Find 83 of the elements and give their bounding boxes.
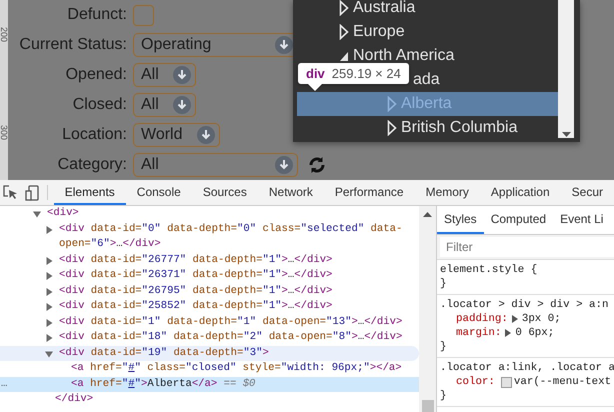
dom-node-code[interactable]: <div data-id="26795" data-depth="1">…</div> (59, 284, 415, 299)
device-toolbar-icon[interactable] (25, 184, 40, 200)
scrollbar[interactable] (558, 0, 574, 138)
closing-brace: } (440, 277, 448, 291)
ruler-label: 300 (0, 124, 8, 140)
scrollbar-thumb[interactable] (422, 400, 434, 412)
dom-node-row[interactable]: <div data-id="26795" data-depth="1">…</div> (0, 284, 419, 299)
expanded-triangle-icon[interactable] (339, 50, 349, 62)
select-field[interactable]: World (133, 123, 220, 147)
dom-node-row[interactable]: <div data-id="26777" data-depth="1">…</div> (0, 252, 419, 268)
css-value[interactable]: var(--menu-text (514, 375, 612, 389)
select-field[interactable]: All (133, 93, 196, 117)
css-property[interactable]: color: (456, 375, 495, 389)
dom-node-code[interactable]: <div data-id="19" data-depth="3"> (59, 346, 415, 361)
collapsed-triangle-icon[interactable] (45, 288, 53, 296)
field-label: Current Status: (18, 36, 127, 54)
scroll-down-icon[interactable] (562, 132, 570, 138)
closing-brace: } (440, 340, 448, 354)
devtools-tab[interactable]: Elements (54, 180, 126, 205)
select-field[interactable]: All (133, 63, 196, 87)
devtools-tab[interactable]: Network (258, 180, 324, 205)
collapsed-triangle-icon[interactable] (45, 226, 53, 234)
styles-tab[interactable]: Event Li (553, 206, 610, 234)
expanded-triangle-icon[interactable] (33, 210, 41, 218)
expanded-triangle-icon[interactable] (45, 350, 53, 358)
element-size: 259.19 × 24 (332, 66, 401, 81)
dom-node-code[interactable]: <div data-id="0" data-depth="0" class="selected" data-open="6">…</div> (59, 222, 415, 252)
dom-node-code[interactable]: <div data-id="25852" data-depth="1">…</div> (59, 299, 415, 314)
row-gutter-dots: … (1, 376, 8, 392)
devtools-tab[interactable]: Console (126, 180, 192, 205)
field-label: Opened: (64, 66, 127, 84)
field-label: Defunct: (66, 6, 127, 24)
dom-node-code[interactable]: <a href="#" class="closed" style="width: 96px;"></a> (71, 361, 415, 376)
field-label: Closed: (72, 96, 127, 114)
collapsed-triangle-icon[interactable] (45, 272, 53, 280)
field-label: Category: (56, 156, 127, 174)
collapsed-triangle-icon[interactable] (45, 256, 53, 264)
checkbox[interactable] (133, 4, 154, 26)
dom-node-row[interactable]: <div data-id="0" data-depth="0" class="selected" data-open="6">…</div> (0, 222, 419, 252)
scrollbar[interactable] (419, 206, 436, 412)
devtools-tab[interactable]: Memory (414, 180, 480, 205)
devtools-tab[interactable]: Secur (560, 180, 614, 205)
css-value[interactable]: 0 6px; (515, 326, 554, 340)
collapsed-triangle-icon[interactable] (45, 303, 53, 311)
dom-node-row[interactable]: <div data-id="1" data-depth="1" data-open="13">…</div> (0, 314, 419, 330)
css-selector: .locator > div > div > a:n (440, 298, 610, 312)
scroll-up-icon[interactable] (423, 211, 432, 217)
location-option[interactable]: British Columbia (387, 116, 518, 140)
location-option[interactable]: Europe (339, 20, 405, 44)
inspect-icon[interactable] (3, 185, 18, 200)
dom-node-row[interactable]: <div data-id="25852" data-depth="1">…</div> (0, 299, 419, 314)
devtools-tab[interactable]: Application (480, 180, 561, 205)
dom-node-code[interactable]: <div data-id="18" data-depth="2" data-open="8">…</div> (59, 330, 415, 346)
ruler-label: 200 (0, 26, 8, 42)
dom-node-code[interactable]: <div data-id="26777" data-depth="1">…</div> (59, 252, 415, 268)
refresh-icon[interactable] (307, 155, 327, 175)
css-value[interactable]: 3px 0; (522, 312, 561, 326)
styles-tab[interactable]: Computed (484, 206, 554, 234)
collapsed-triangle-icon[interactable] (45, 318, 53, 326)
select-field[interactable]: All (133, 153, 298, 177)
location-option[interactable]: Australia (339, 0, 416, 20)
dom-node-code[interactable]: <a href="#">Alberta</a> == $0 (71, 376, 415, 392)
dom-node-row[interactable]: <div data-id="26371" data-depth="1">…</div> (0, 268, 419, 284)
field-label: Location: (61, 126, 127, 144)
color-swatch[interactable] (500, 376, 512, 388)
css-property[interactable]: padding: (456, 312, 508, 326)
dom-node-row[interactable]: <a href="#" class="closed" style="width: 96px;"></a> (0, 361, 419, 376)
tag-name: div (306, 66, 325, 81)
selected-row[interactable]: … <a href="#">Alberta</a> == $0 (0, 376, 419, 392)
devtools-tab[interactable]: Sources (192, 180, 258, 205)
filter-field[interactable]: Filter (440, 237, 614, 257)
dom-node-code[interactable]: </div> (55, 392, 415, 408)
closing-brace: } (440, 389, 448, 403)
dom-node-code[interactable]: <div data-id="1" data-depth="1" data-open="13">…</div> (59, 314, 415, 330)
css-property[interactable]: margin: (456, 326, 502, 340)
location-option[interactable]: North America (339, 44, 454, 68)
css-selector: element.style { (440, 263, 538, 277)
devtools-tab[interactable]: Performance (324, 180, 415, 205)
dom-node-row[interactable]: <div data-id="18" data-depth="2" data-open="8">…</div> (0, 330, 419, 346)
location-option[interactable]: ada (413, 68, 440, 92)
hovered-row[interactable]: <div data-id="19" data-depth="3"> (0, 346, 419, 361)
collapsed-triangle-icon[interactable] (45, 334, 53, 342)
dom-node-code[interactable]: <div data-id="26371" data-depth="1">…</div> (59, 268, 415, 284)
